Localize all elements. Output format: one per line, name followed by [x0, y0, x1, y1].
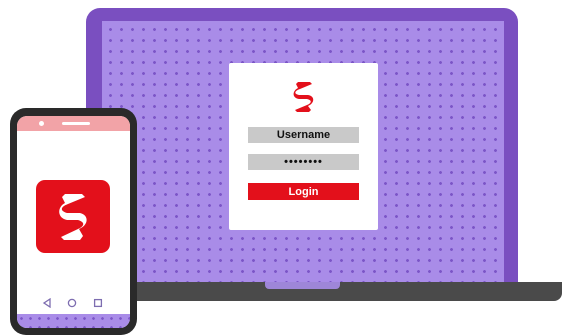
- phone-bottom-pattern: [17, 314, 130, 328]
- camera-icon: [39, 121, 44, 126]
- phone-screen: [17, 116, 130, 328]
- triangle-back-icon[interactable]: [42, 298, 52, 308]
- password-field[interactable]: ••••••••: [248, 154, 359, 170]
- speaker-icon: [62, 122, 90, 125]
- scotiabank-logo-icon: [293, 82, 314, 112]
- login-button[interactable]: Login: [248, 183, 359, 200]
- laptop-notch: [265, 282, 340, 289]
- circle-home-icon[interactable]: [67, 298, 77, 308]
- username-field[interactable]: Username: [248, 127, 359, 143]
- app-icon[interactable]: [36, 180, 110, 253]
- scotiabank-s-logo-icon: [59, 194, 87, 240]
- login-card: Username •••••••• Login: [229, 63, 378, 230]
- square-recent-icon[interactable]: [93, 298, 103, 308]
- phone-status-bar: [17, 116, 130, 131]
